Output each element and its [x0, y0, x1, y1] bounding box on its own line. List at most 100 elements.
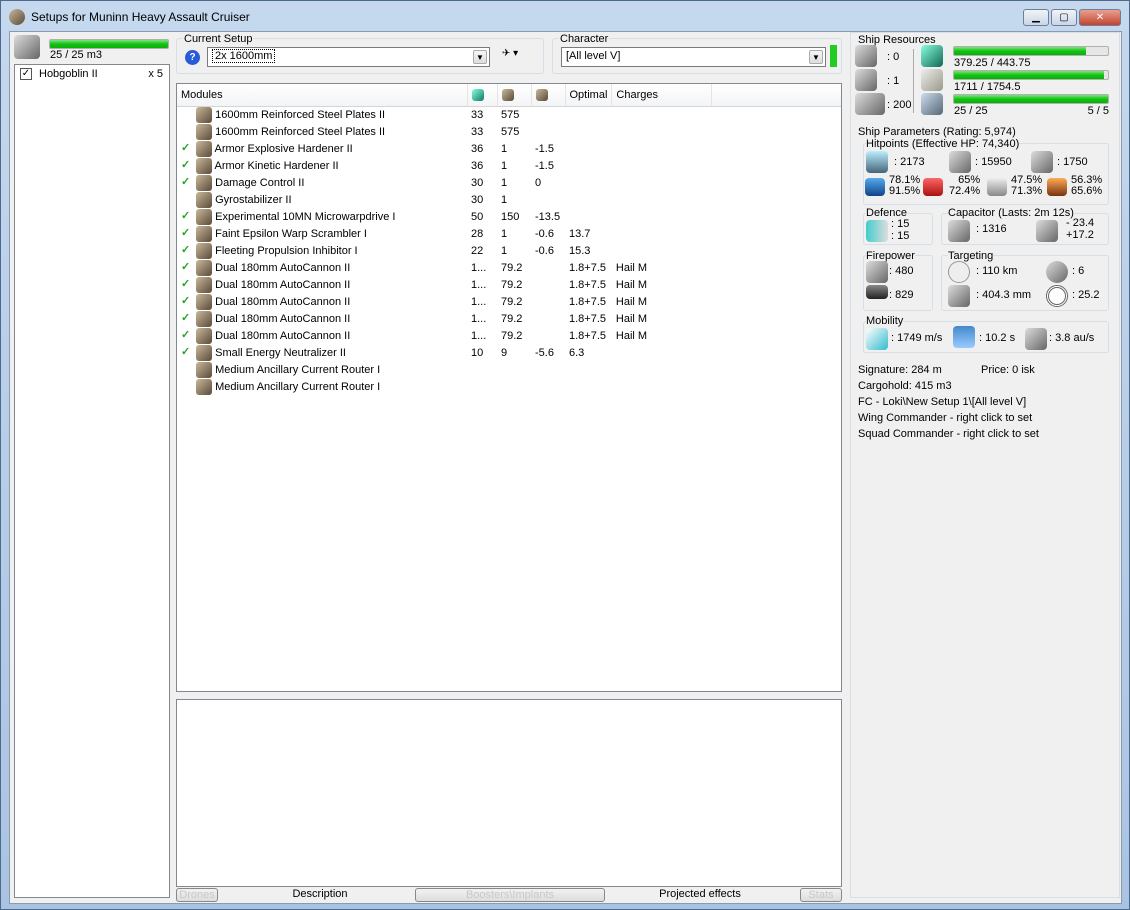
targeting-label: Targeting [948, 250, 994, 262]
character-select[interactable]: [All level V] ▼ [561, 47, 826, 67]
module-name-cell: ✓ Dual 180mm AutoCannon II [177, 259, 467, 276]
modules-table[interactable]: Modules Optimal Charges 1600mm Reinforce… [176, 83, 842, 692]
hull-icon [1031, 151, 1053, 173]
tab-projected-effects[interactable]: Projected effects [630, 888, 770, 902]
tab-drones[interactable]: Drones [176, 888, 218, 902]
module-powergrid: 1 [501, 244, 508, 257]
drone-checkbox[interactable]: ✓ [20, 68, 32, 80]
module-row[interactable]: ✓ Fleeting Propulsion Inhibitor I 22 1 -… [177, 242, 841, 259]
module-row[interactable]: Gyrostabilizer II 30 1 [177, 191, 841, 208]
shield-hp: : 2173 [894, 156, 925, 168]
module-row[interactable]: ✓ Dual 180mm AutoCannon II 1... 79.2 1.8… [177, 293, 841, 310]
cpu-icon [921, 45, 943, 67]
module-cpu: 1... [471, 295, 487, 308]
maximize-button[interactable]: ▢ [1051, 9, 1077, 26]
module-icon [196, 225, 213, 242]
module-cpu: 1... [471, 329, 487, 342]
module-charge [612, 174, 712, 191]
module-row[interactable]: 1600mm Reinforced Steel Plates II 33 575 [177, 106, 841, 123]
module-icon [196, 259, 213, 276]
module-charge: Hail M [615, 312, 648, 325]
module-optimal [565, 378, 612, 395]
module-row[interactable]: ✓ Dual 180mm AutoCannon II 1... 79.2 1.8… [177, 276, 841, 293]
module-name: Armor Kinetic Hardener II [214, 159, 339, 172]
setup-options-button[interactable]: ✈ ▾ [502, 48, 534, 66]
drone-item[interactable]: ✓ Hobgoblin II x 5 [15, 67, 169, 83]
module-row[interactable]: ✓ Small Energy Neutralizer II 10 9 -5.6 … [177, 344, 841, 361]
setup-select[interactable]: 2x 1600mm ▼ [207, 47, 490, 67]
ship-icon [9, 9, 25, 25]
module-optimal: 1.8+7.5 [569, 329, 607, 342]
thermal-resist: 65% 72.4% [949, 174, 981, 197]
calibration-icon [855, 93, 885, 115]
calibration-value: : 200 [887, 99, 912, 111]
col-optimal[interactable]: Optimal [565, 84, 613, 107]
module-charge [612, 361, 712, 378]
app-window: Setups for Muninn Heavy Assault Cruiser … [0, 0, 1130, 910]
module-optimal [565, 157, 612, 174]
module-name: Medium Ancillary Current Router I [215, 380, 381, 393]
tab-boosters-implants[interactable]: Boosters\Implants [415, 888, 605, 902]
fleet-commander[interactable]: FC - Loki\New Setup 1\[All level V] [858, 396, 1026, 408]
module-powergrid: 79.2 [501, 295, 523, 308]
drone-control-icon [921, 93, 943, 115]
align-time-icon [953, 326, 975, 348]
module-name-cell: ✓ Armor Explosive Hardener II [177, 140, 467, 157]
col-cpu[interactable] [467, 84, 498, 107]
module-row[interactable]: ✓ Dual 180mm AutoCannon II 1... 79.2 1.8… [177, 327, 841, 344]
turret-slots: : 0 [887, 51, 900, 63]
module-optimal: 1.8+7.5 [569, 278, 607, 291]
col-capacitor[interactable] [531, 84, 566, 107]
sensor-strength-icon [948, 285, 970, 307]
chevron-down-icon: ▼ [473, 50, 487, 64]
col-powergrid[interactable] [497, 84, 532, 107]
tab-description[interactable]: Description [260, 888, 380, 902]
module-powergrid: 9 [501, 346, 508, 359]
col-charges[interactable]: Charges [611, 84, 713, 107]
module-row[interactable]: ✓ Armor Kinetic Hardener II 36 1 -1.5 [177, 157, 841, 174]
module-row[interactable]: ✓ Damage Control II 30 1 0 [177, 174, 841, 191]
capacitor-recharge-icon [1036, 220, 1058, 242]
module-row[interactable]: ✓ Dual 180mm AutoCannon II 1... 79.2 1.8… [177, 259, 841, 276]
module-row[interactable]: ✓ Experimental 10MN Microwarpdrive I 50 … [177, 208, 841, 225]
module-cpu: 30 [471, 176, 484, 189]
kinetic-resist: 47.5% 71.3% [1011, 174, 1043, 197]
module-name: Experimental 10MN Microwarpdrive I [215, 210, 396, 223]
powergrid-icon [501, 88, 514, 101]
shield-icon [866, 151, 888, 173]
module-row[interactable]: Medium Ancillary Current Router I [177, 361, 841, 378]
module-optimal: 6.3 [569, 346, 585, 359]
module-name-cell: ✓ Armor Kinetic Hardener II [177, 157, 467, 174]
module-name: 1600mm Reinforced Steel Plates II [215, 125, 386, 138]
col-modules[interactable]: Modules [177, 84, 468, 107]
module-row[interactable]: Medium Ancillary Current Router I [177, 378, 841, 395]
module-name: Dual 180mm AutoCannon II [215, 261, 351, 274]
drone-list[interactable]: ✓ Hobgoblin II x 5 [14, 64, 170, 898]
module-row[interactable]: ✓ Dual 180mm AutoCannon II 1... 79.2 1.8… [177, 310, 841, 327]
explosive-resist-icon [1047, 178, 1067, 196]
em-resist: 78.1% 91.5% [889, 174, 921, 197]
module-capacitor [531, 378, 565, 395]
module-row[interactable]: 1600mm Reinforced Steel Plates II 33 575 [177, 123, 841, 140]
module-name-cell: 1600mm Reinforced Steel Plates II [177, 123, 467, 140]
module-icon [196, 242, 213, 259]
module-charge [612, 191, 712, 208]
em-resist-icon [865, 178, 885, 196]
module-charge [612, 106, 712, 123]
help-icon[interactable]: ? [185, 50, 200, 65]
module-row[interactable]: ✓ Faint Epsilon Warp Scrambler I 28 1 -0… [177, 225, 841, 242]
tab-stats[interactable]: Stats [800, 888, 842, 902]
defence-icon [866, 220, 888, 242]
module-optimal: 13.7 [569, 227, 591, 240]
module-cpu: 33 [471, 108, 484, 121]
close-button[interactable]: ✕ [1079, 9, 1121, 26]
module-powergrid [497, 378, 531, 395]
active-check-icon: ✓ [181, 312, 191, 325]
wing-commander[interactable]: Wing Commander - right click to set [858, 412, 1032, 424]
module-name: Gyrostabilizer II [215, 193, 292, 206]
thermal-resist-icon [923, 178, 943, 196]
drone-bay-icon [14, 35, 40, 59]
squad-commander[interactable]: Squad Commander - right click to set [858, 428, 1039, 440]
minimize-button[interactable]: ▁ [1023, 9, 1049, 26]
module-row[interactable]: ✓ Armor Explosive Hardener II 36 1 -1.5 [177, 140, 841, 157]
